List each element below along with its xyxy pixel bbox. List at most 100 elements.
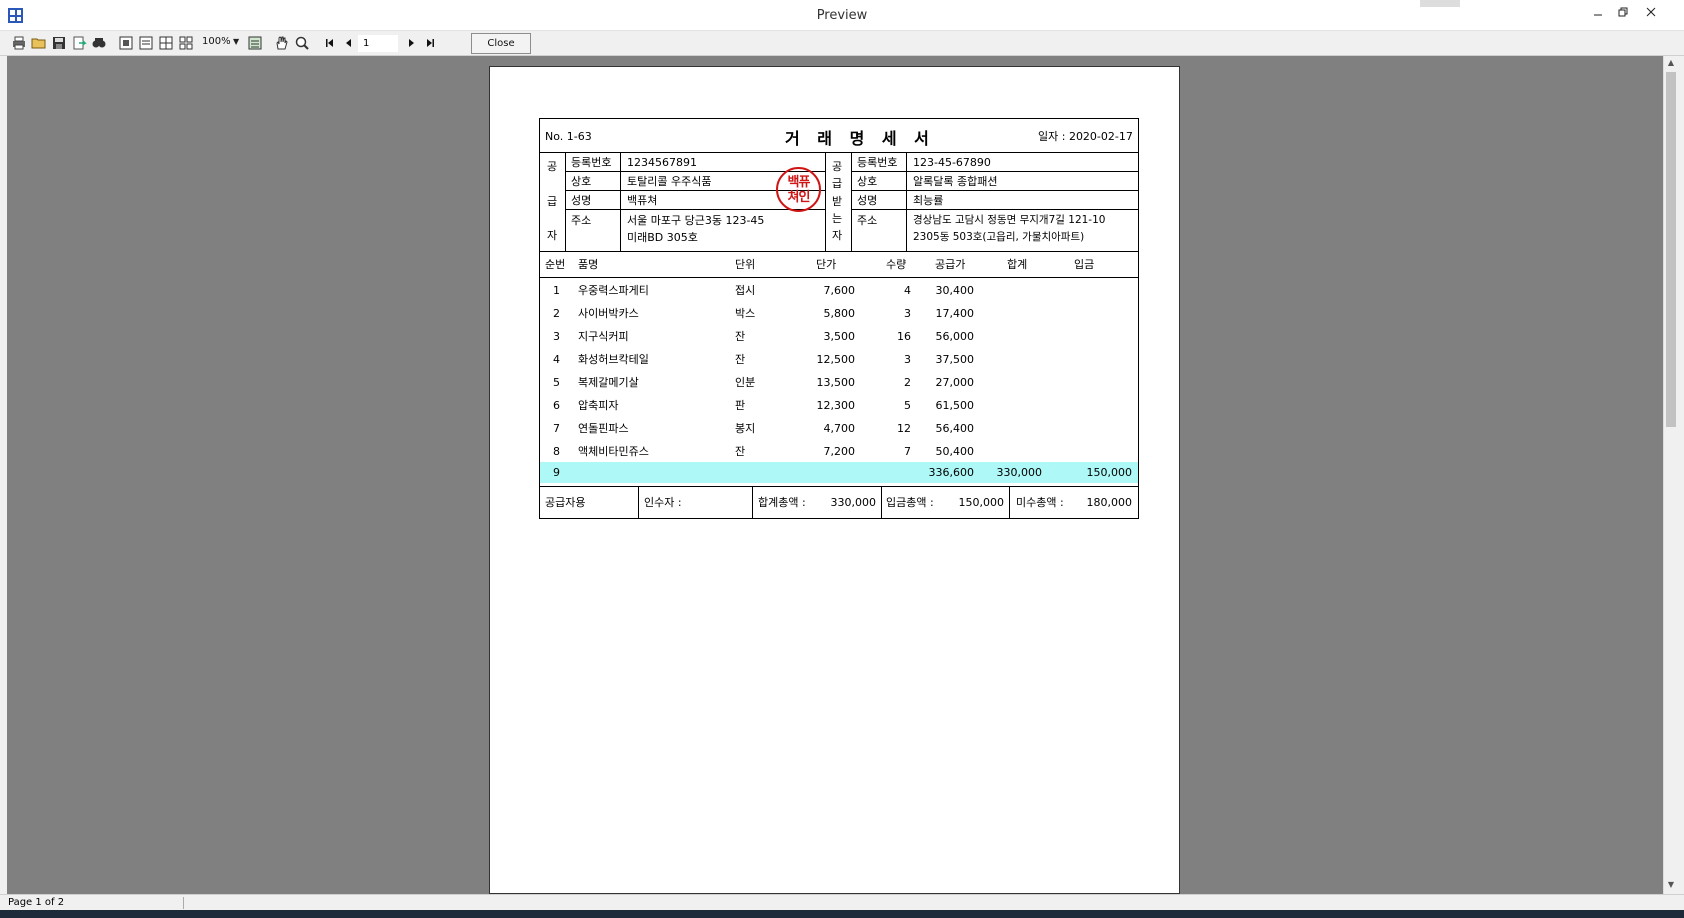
save-button[interactable] [51,35,67,51]
last-page-button[interactable] [422,35,438,51]
row-unit: 판 [735,399,746,412]
background-window-strip [1420,0,1460,7]
save-icon [53,37,65,49]
row-supply: 61,500 [935,399,975,412]
page-width-icon [248,36,262,50]
two-pages-button[interactable] [138,35,154,51]
divider [565,209,825,210]
footer-paid-label: 입금총액 : [886,496,934,509]
receiver-side-label: 받 [832,195,843,208]
hand-tool-button[interactable] [274,35,290,51]
row-qty: 16 [897,330,911,343]
divider [825,152,826,251]
footer-unpaid-label: 미수총액 : [1016,496,1064,509]
column-header: 단가 [816,258,837,271]
receiver-side-label: 는 [832,212,843,225]
close-window-button[interactable] [1636,4,1666,26]
row-price: 7,200 [823,445,856,458]
supplier-name-value: 토탈리콜 우주식품 [627,175,712,188]
open-button[interactable] [31,35,47,51]
row-supply: 17,400 [935,307,975,320]
next-page-icon [409,39,414,47]
chevron-down-icon[interactable]: ▼ [233,37,239,46]
scroll-down-icon[interactable]: ▼ [1664,880,1678,889]
row-item: 사이버박카스 [578,307,639,320]
divider [183,897,184,909]
row-unit: 잔 [735,330,746,343]
row-supply: 30,400 [935,284,975,297]
row-qty: 3 [904,307,911,320]
first-page-button[interactable] [322,35,338,51]
total-supply: 336,600 [928,466,975,479]
row-unit: 박스 [735,307,756,320]
divider [881,486,882,518]
row-item: 압축피자 [578,399,619,412]
row-qty: 3 [904,353,911,366]
invoice-number: No. 1-63 [545,130,592,143]
next-page-button[interactable] [403,35,419,51]
zoom-select[interactable]: 100% [202,36,231,47]
row-price: 3,500 [823,330,856,343]
receiver-name-value: 알록달록 종합패션 [913,175,998,188]
column-header: 입금 [1074,258,1095,271]
multi-pages-button[interactable] [178,35,194,51]
receiver-side-label: 급 [832,177,843,190]
receiver-addr-line2: 2305동 503호(고읍리, 가물치아파트) [913,231,1085,243]
four-pages-icon [159,36,173,50]
page-width-button[interactable] [247,35,263,51]
divider [1009,486,1010,518]
single-page-icon [119,36,133,50]
scroll-up-icon[interactable]: ▲ [1664,58,1678,67]
receiver-reg-label: 등록번호 [857,156,898,169]
export-button[interactable] [71,35,87,51]
vertical-scrollbar[interactable]: ▲ ▼ [1663,56,1677,894]
supplier-side-label: 급 [547,195,558,208]
minimize-icon [1594,14,1602,16]
row-no: 3 [553,330,560,343]
row-supply: 56,000 [935,330,975,343]
row-price: 12,300 [816,399,856,412]
row-item: 복제갈메기살 [578,376,639,389]
row-price: 13,500 [816,376,856,389]
supplier-owner-value: 백퓨쳐 [627,194,658,207]
row-unit: 접시 [735,284,756,297]
total-sum: 330,000 [996,466,1043,479]
row-item: 연돌핀파스 [578,422,629,435]
footer-total-label: 합계총액 : [758,496,806,509]
divider [906,152,907,251]
preview-window: Preview 100% ▼ 1 Close ▲ ▼ No. 1-63 거 래 … [0,0,1684,918]
prev-page-icon [346,39,351,47]
open-icon [31,38,46,49]
row-no: 1 [553,284,560,297]
scrollbar-thumb[interactable] [1666,72,1676,427]
footer-paid-value: 150,000 [958,496,1005,509]
row-no: 5 [553,376,560,389]
last-page-icon [427,39,434,47]
prev-page-button[interactable] [341,35,357,51]
restore-button[interactable] [1608,4,1638,26]
find-button[interactable] [91,35,107,51]
multi-pages-icon [179,36,193,50]
receiver-side-label: 자 [832,229,843,242]
divider [851,171,1138,172]
zoom-tool-button[interactable] [294,35,310,51]
row-no: 4 [553,353,560,366]
print-button[interactable] [11,35,27,51]
row-no: 7 [553,422,560,435]
four-pages-button[interactable] [158,35,174,51]
total-paid: 150,000 [1086,466,1133,479]
close-button[interactable]: Close [471,33,531,54]
total-no: 9 [553,466,560,479]
company-seal-stamp: 백퓨 쳐인 [776,167,821,212]
single-page-button[interactable] [118,35,134,51]
row-unit: 잔 [735,445,746,458]
divider [540,251,1138,252]
supplier-name-label: 상호 [571,175,592,188]
supplier-addr-line1: 서울 마포구 당근3동 123-45 [627,214,765,227]
zoom-icon [295,36,309,50]
page-number-input[interactable] [358,35,398,52]
row-item: 액체비타민쥬스 [578,445,649,458]
restore-icon [1618,7,1628,17]
row-no: 6 [553,399,560,412]
supplier-addr-line2: 미래BD 305호 [627,231,698,244]
